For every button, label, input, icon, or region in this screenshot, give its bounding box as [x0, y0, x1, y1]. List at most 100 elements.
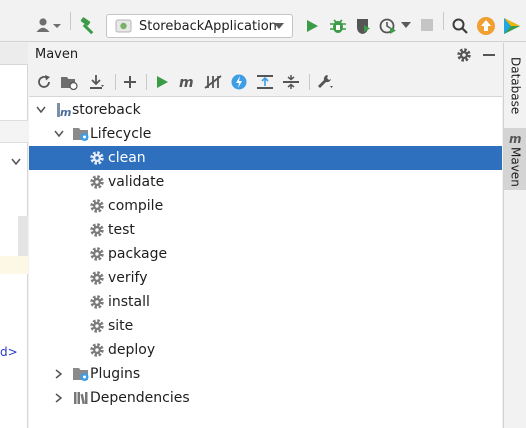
- gear-icon: [457, 48, 471, 62]
- collapse-all-button[interactable]: [281, 72, 301, 92]
- maven-icon: m: [179, 75, 194, 90]
- tree-node-phase-package[interactable]: package: [29, 242, 502, 266]
- tool-tab-label: Maven: [508, 147, 523, 187]
- toggle-offline-mode-button[interactable]: [203, 72, 223, 92]
- tree-node-label: Plugins: [90, 366, 141, 382]
- editor-area: d>: [0, 43, 28, 428]
- svg-text:m: m: [60, 106, 71, 119]
- tree-node-phase-test[interactable]: test: [29, 218, 502, 242]
- download-sources-button[interactable]: [86, 72, 106, 92]
- wrench-icon: [318, 75, 333, 88]
- tree-node-label: deploy: [108, 342, 156, 358]
- gear-icon: [90, 247, 104, 261]
- generate-sources-button[interactable]: [59, 72, 79, 92]
- tree-node-phase-site[interactable]: site: [29, 314, 502, 338]
- spring-app-icon: [115, 19, 132, 33]
- gear-icon: [90, 175, 104, 189]
- panel-hide-button[interactable]: [480, 46, 498, 64]
- minimize-icon: [483, 54, 495, 56]
- run-configuration-select[interactable]: StorebackApplication: [106, 14, 293, 38]
- search-everywhere-button[interactable]: [450, 16, 470, 36]
- profile-button[interactable]: [378, 16, 398, 36]
- skip-tests-button[interactable]: [229, 72, 249, 92]
- tree-node-phase-compile[interactable]: compile: [29, 194, 502, 218]
- maven-icon: m: [509, 132, 522, 145]
- tree-node-label: verify: [108, 270, 148, 286]
- gutter-highlight: [18, 216, 28, 260]
- editor-tab-strip: [0, 43, 28, 65]
- tree-node-phase-clean[interactable]: clean: [29, 146, 502, 170]
- reload-projects-button[interactable]: [34, 72, 54, 92]
- chevron-down-icon[interactable]: [36, 105, 46, 115]
- stop-button[interactable]: [419, 17, 435, 33]
- tree-node-label: clean: [108, 150, 146, 166]
- maven-settings-button[interactable]: [315, 72, 335, 92]
- tree-node-label: package: [108, 246, 168, 262]
- refresh-icon: [38, 75, 50, 88]
- debug-button[interactable]: [328, 16, 348, 36]
- chevron-right-icon[interactable]: [54, 369, 64, 379]
- maven-module-icon: m: [57, 103, 71, 119]
- plus-icon: [124, 76, 136, 88]
- run-maven-build-button[interactable]: [152, 72, 172, 92]
- user-menu-button[interactable]: [36, 17, 62, 35]
- gear-icon: [90, 271, 104, 285]
- chevron-down-icon: [401, 22, 411, 28]
- tree-node-label: Dependencies: [90, 390, 190, 406]
- chevron-down-icon[interactable]: [54, 129, 64, 139]
- run-button[interactable]: [304, 17, 320, 35]
- run-options-dropdown[interactable]: [401, 21, 411, 29]
- updates-button[interactable]: [476, 16, 496, 36]
- gear-icon: [90, 199, 104, 213]
- search-icon: [452, 18, 468, 34]
- build-button[interactable]: [78, 16, 98, 36]
- tree-node-phase-verify[interactable]: verify: [29, 266, 502, 290]
- user-icon: [36, 18, 61, 32]
- toolbox-icon: [504, 18, 520, 34]
- tree-node-phase-validate[interactable]: validate: [29, 170, 502, 194]
- tree-node-label: install: [108, 294, 150, 310]
- tree-node-plugins[interactable]: Plugins: [29, 362, 502, 386]
- add-maven-project-button[interactable]: [120, 72, 140, 92]
- tree-node-label: storeback: [72, 102, 141, 118]
- run-configuration-label: StorebackApplication: [139, 18, 277, 34]
- fold-button[interactable]: [10, 157, 22, 167]
- show-dependencies-button[interactable]: [255, 72, 275, 92]
- tree-node-label: validate: [108, 174, 165, 190]
- svg-text:m: m: [509, 132, 522, 145]
- chevron-right-icon[interactable]: [54, 393, 64, 403]
- tree-node-phase-install[interactable]: install: [29, 290, 502, 314]
- tree-node-label: Lifecycle: [90, 126, 152, 142]
- tree-node-project[interactable]: m storeback: [29, 98, 502, 122]
- plugins-folder-icon: [73, 368, 89, 381]
- gear-icon: [90, 151, 104, 165]
- profiler-icon: [379, 18, 396, 34]
- run-icon: [307, 20, 318, 32]
- main-toolbar: StorebackApplication: [0, 0, 526, 42]
- gear-icon: [90, 319, 104, 333]
- download-icon: [90, 75, 104, 89]
- tree-node-dependencies[interactable]: Dependencies: [29, 386, 502, 410]
- library-icon: [74, 392, 88, 405]
- editor-tab-strip: [0, 120, 28, 143]
- tree-node-lifecycle[interactable]: Lifecycle: [29, 122, 502, 146]
- gear-icon: [90, 295, 104, 309]
- current-line-highlight: [0, 256, 28, 274]
- expand-all-icon: [257, 75, 273, 89]
- tool-tab-label: Database: [508, 57, 523, 115]
- execute-maven-goal-button[interactable]: m: [177, 72, 197, 92]
- run-with-coverage-button[interactable]: [353, 16, 373, 36]
- tool-tab-maven[interactable]: m Maven: [504, 128, 526, 190]
- offline-icon: [204, 75, 222, 89]
- panel-settings-button[interactable]: [455, 46, 473, 64]
- tool-tab-database[interactable]: Database: [504, 47, 526, 125]
- hammer-icon: [80, 17, 94, 35]
- panel-header: Maven: [29, 43, 502, 67]
- stop-icon: [421, 19, 433, 31]
- collapse-all-icon: [283, 75, 299, 89]
- maven-toolbar: m: [29, 67, 502, 97]
- tree-node-phase-deploy[interactable]: deploy: [29, 338, 502, 362]
- toolbox-button[interactable]: [502, 16, 522, 36]
- lifecycle-folder-icon: [73, 128, 89, 141]
- maven-tool-window: Maven m m storeback Lifecycle clean vali…: [29, 43, 502, 428]
